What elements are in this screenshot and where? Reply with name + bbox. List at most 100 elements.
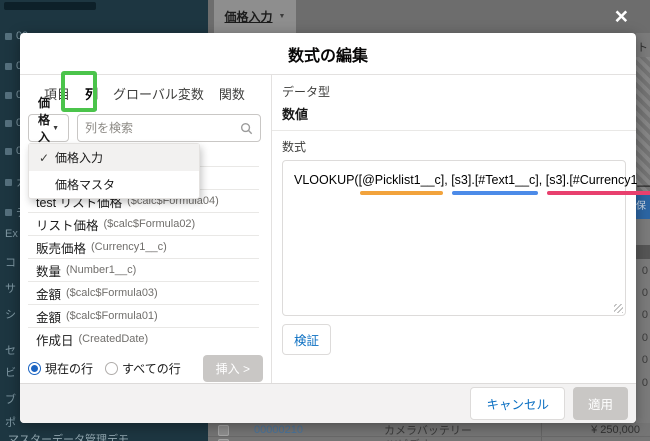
argument-underline (452, 191, 538, 195)
column-list-item[interactable]: 販売価格 (Currency1__c) (28, 236, 259, 259)
column-api-name: ($calc$Formula01) (66, 310, 158, 322)
formula-label: 数式 (282, 140, 307, 154)
tab-global-variables[interactable]: グローバル変数 (113, 84, 204, 109)
column-list-item[interactable]: 金額 ($calc$Formula01) (28, 305, 259, 328)
formula-expression: VLOOKUP([@Picklist1__c], [s3].[#Text1__c… (294, 173, 650, 195)
check-icon: ✓ (38, 150, 50, 165)
formula-argument: [s3].[#Text1__c] (451, 173, 539, 195)
dialog-header: 数式の編集 (20, 33, 636, 75)
formula-edit-dialog: 数式の編集 項目 列 グローバル変数 関数 価格入力 ▼ (20, 33, 650, 423)
save-button-fragment[interactable]: 保存 (636, 195, 650, 219)
column-name: 販売価格 (36, 241, 87, 256)
formula-argument: [s3].[#Currency1__c] (546, 173, 650, 195)
top-bar: 価格入力 ▼ × (208, 0, 650, 33)
sidebar-item-fragment[interactable]: ブ (5, 391, 16, 407)
dropdown-option-label: 価格マスタ (55, 178, 116, 192)
column-name: 数量 (36, 264, 62, 279)
cancel-button[interactable]: キャンセル (470, 387, 565, 420)
divider (272, 130, 636, 131)
sheet-icon (5, 32, 12, 40)
amount-fragment: 0 (641, 377, 648, 389)
record-name: 4Kビデオ (384, 436, 430, 441)
sidebar-item-fragment[interactable]: セ (5, 342, 16, 358)
apply-button[interactable]: 適用 (572, 387, 628, 420)
column-name: リスト価格 (36, 218, 99, 233)
column-search-input[interactable] (85, 121, 240, 135)
column-list-item[interactable]: 数量 (Number1__c) (28, 259, 259, 282)
column-list-item[interactable]: リスト価格 ($calc$Formula02) (28, 213, 259, 236)
argument-underline (546, 191, 650, 195)
radio-label: 現在の行 (45, 361, 94, 376)
chevron-down-icon: ▼ (52, 124, 59, 132)
column-api-name: (CreatedDate) (78, 333, 149, 345)
radio-dot (105, 361, 119, 375)
tab-columns[interactable]: 列 (85, 84, 98, 111)
sheet-select-dropdown[interactable]: 価格入力 ▼ (28, 96, 69, 161)
sidebar-header-fragment (4, 2, 96, 10)
dialog-title: 数式の編集 (287, 47, 368, 65)
background-content-strip: ト 保存 0 0 0 0 0 0 (636, 33, 650, 423)
dropdown-option-price-input[interactable]: ✓ 価格入力 (29, 144, 199, 171)
tab-bar: 項目 列 グローバル変数 関数 (20, 75, 271, 111)
dropdown-option-label: 価格入力 (55, 151, 104, 165)
column-api-name: (Number1__c) (66, 264, 137, 276)
tab-functions[interactable]: 関数 (219, 84, 245, 109)
validate-button[interactable]: 検証 (282, 324, 332, 355)
sheet-tab-price-input[interactable]: 価格入力 ▼ (214, 0, 296, 33)
column-api-name: ($calc$Formula02) (103, 218, 196, 230)
sidebar-item-fragment[interactable]: ポ (5, 414, 16, 430)
left-panel: 項目 列 グローバル変数 関数 価格入力 ▼ test リスト価格($calc$… (20, 75, 272, 383)
dropdown-option-price-master[interactable]: ✓ 価格マスタ (29, 171, 199, 198)
record-amount: ¥ 250,000 (591, 424, 640, 436)
sheet-dropdown-menu: ✓ 価格入力 ✓ 価格マスタ (28, 143, 200, 199)
dialog-footer: キャンセル 適用 (20, 383, 636, 423)
right-panel: データ型 数値 数式 VLOOKUP([@Picklist1__c], [s3]… (272, 75, 650, 383)
table-header-fragment (636, 245, 650, 259)
sheet-icon (5, 119, 12, 127)
background-table-strip: 00000210 カメラバッテリー ¥ 250,000 4Kビデオ (208, 423, 650, 441)
close-icon[interactable]: × (615, 2, 628, 30)
radio-dot (28, 361, 41, 375)
amount-fragment: 0 (641, 332, 648, 344)
radio-label: すべての行 (122, 361, 181, 376)
sheet-icon (5, 91, 12, 99)
column-api-name: ($calc$Formula03) (66, 287, 158, 299)
sidebar-item-fragment[interactable]: Ex (5, 228, 18, 240)
amount-fragment: 0 (641, 287, 648, 299)
search-icon (240, 122, 253, 134)
sidebar-item-fragment[interactable]: ビ (5, 364, 16, 380)
column-api-name: (Currency1__c) (91, 241, 167, 253)
formula-textarea[interactable]: VLOOKUP([@Picklist1__c], [s3].[#Text1__c… (282, 160, 650, 316)
workspace-label: マスターデータ管理デモ (8, 434, 129, 441)
sidebar-item-fragment[interactable]: シ (5, 306, 16, 322)
amount-fragment: 0 (641, 265, 648, 277)
sheet-tab-label: 価格入力 (224, 10, 273, 24)
datatype-value: 数値 (282, 107, 309, 122)
formula-text: , (538, 173, 546, 187)
sheet-icon (5, 147, 12, 155)
insert-button[interactable]: 挿入 > (202, 354, 263, 382)
column-list-item[interactable]: 作成日 (CreatedDate) (28, 328, 259, 349)
sheet-icon (5, 208, 12, 216)
sidebar-item-fragment[interactable]: コ (5, 254, 16, 270)
amount-fragment: 0 (641, 309, 648, 321)
tab-fields[interactable]: 項目 (44, 84, 70, 109)
chevron-down-icon: ▼ (278, 13, 286, 20)
column-name: 金額 (36, 310, 62, 325)
argument-underline (359, 191, 444, 195)
resize-handle-icon[interactable] (614, 304, 623, 313)
sheet-icon (5, 178, 12, 186)
column-list-item[interactable]: 金額 ($calc$Formula03) (28, 282, 259, 305)
sidebar-item-fragment[interactable]: サ (5, 280, 16, 296)
row-scope-options: 現在の行 すべての行 挿入 > (28, 353, 263, 383)
column-search[interactable] (77, 114, 261, 142)
column-name: 作成日 (36, 333, 74, 348)
formula-argument: [@Picklist1__c] (359, 173, 444, 195)
radio-all-rows[interactable]: すべての行 (105, 360, 181, 377)
radio-current-row[interactable]: 現在の行 (28, 360, 93, 377)
record-id-link[interactable]: 00000210 (254, 424, 303, 436)
column-name: 金額 (36, 287, 62, 302)
row-checkbox[interactable] (218, 424, 229, 436)
formula-text: VLOOKUP( (294, 173, 359, 187)
amount-fragment: 0 (641, 354, 648, 366)
